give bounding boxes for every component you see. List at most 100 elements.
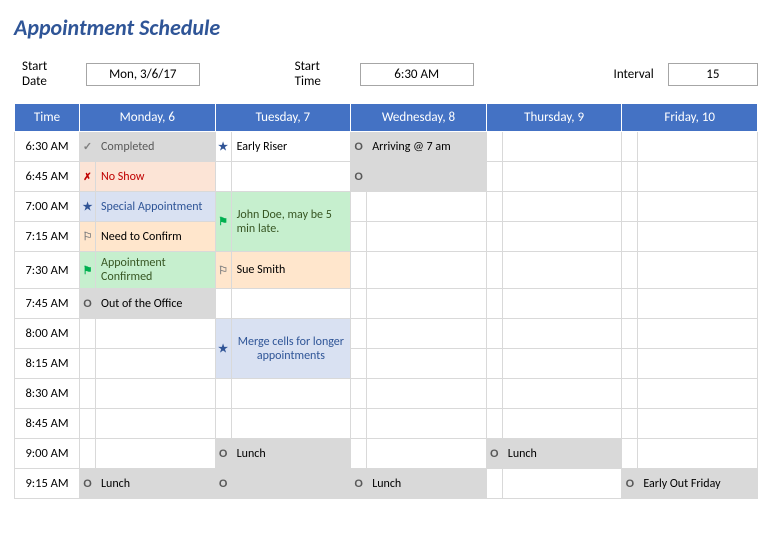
appt-cell[interactable] — [367, 379, 487, 409]
appt-cell[interactable] — [638, 192, 758, 222]
flag-icon: ⚐ — [215, 252, 231, 289]
start-date-input[interactable]: Mon, 3/6/17 — [86, 63, 200, 86]
appt-cell[interactable]: No Show — [96, 162, 216, 192]
time-cell: 9:00 AM — [15, 439, 80, 469]
appt-cell[interactable] — [96, 379, 216, 409]
appt-cell[interactable] — [638, 379, 758, 409]
appt-cell[interactable] — [502, 252, 622, 289]
appt-cell[interactable] — [502, 319, 622, 349]
appt-cell[interactable]: Lunch — [367, 469, 487, 499]
appt-cell[interactable] — [638, 222, 758, 252]
interval-label: Interval — [614, 67, 654, 82]
appt-cell[interactable] — [367, 162, 487, 192]
table-row: 8:00 AM ★ Merge cells for longer appoint… — [15, 319, 758, 349]
appt-cell[interactable] — [502, 379, 622, 409]
time-cell: 8:45 AM — [15, 409, 80, 439]
appt-cell[interactable]: Appointment Confirmed — [96, 252, 216, 289]
appt-cell[interactable] — [231, 162, 351, 192]
appt-cell[interactable] — [502, 222, 622, 252]
appt-cell[interactable] — [96, 409, 216, 439]
appt-cell[interactable] — [367, 439, 487, 469]
appt-cell[interactable] — [96, 319, 216, 349]
appt-cell[interactable] — [367, 349, 487, 379]
appt-cell[interactable]: Need to Confirm — [96, 222, 216, 252]
appt-cell[interactable] — [638, 319, 758, 349]
time-cell: 7:00 AM — [15, 192, 80, 222]
flag-icon: ⚑ — [80, 252, 96, 289]
appt-cell[interactable] — [502, 289, 622, 319]
circle-icon: O — [351, 162, 367, 192]
appt-cell[interactable] — [638, 162, 758, 192]
start-date-label: Start Date — [22, 59, 72, 89]
appt-cell[interactable] — [502, 162, 622, 192]
appt-cell[interactable] — [231, 409, 351, 439]
circle-icon: O — [215, 439, 231, 469]
appt-cell[interactable] — [638, 409, 758, 439]
appt-cell[interactable] — [367, 192, 487, 222]
appt-cell[interactable] — [367, 289, 487, 319]
appt-cell[interactable]: Arriving @ 7 am — [367, 132, 487, 162]
appt-cell[interactable]: Lunch — [96, 469, 216, 499]
appt-cell[interactable] — [231, 379, 351, 409]
interval-input[interactable]: 15 — [668, 63, 758, 86]
col-friday: Friday, 10 — [622, 104, 758, 132]
col-time: Time — [15, 104, 80, 132]
appt-cell[interactable] — [367, 252, 487, 289]
star-icon: ★ — [80, 192, 96, 222]
table-row: 6:30 AM ✓ Completed ★ Early Riser O Arri… — [15, 132, 758, 162]
appt-cell[interactable] — [367, 222, 487, 252]
appt-cell[interactable]: Merge cells for longer appointments — [231, 319, 351, 379]
appt-cell[interactable] — [638, 349, 758, 379]
start-time-label: Start Time — [295, 59, 346, 89]
appt-cell[interactable] — [502, 192, 622, 222]
flag-icon: ⚐ — [80, 222, 96, 252]
schedule-table: Time Monday, 6 Tuesday, 7 Wednesday, 8 T… — [14, 103, 758, 499]
time-cell: 9:15 AM — [15, 469, 80, 499]
appt-cell[interactable] — [638, 439, 758, 469]
appt-cell[interactable] — [502, 469, 622, 499]
time-cell: 6:45 AM — [15, 162, 80, 192]
flag-icon: ⚑ — [215, 192, 231, 252]
appt-cell[interactable] — [231, 469, 351, 499]
appt-cell[interactable] — [231, 289, 351, 319]
circle-icon: O — [486, 439, 502, 469]
circle-icon: O — [80, 289, 96, 319]
appt-cell[interactable] — [638, 289, 758, 319]
appt-cell[interactable]: Completed — [96, 132, 216, 162]
appt-cell[interactable] — [96, 349, 216, 379]
appt-cell[interactable]: Lunch — [502, 439, 622, 469]
appt-cell[interactable]: Lunch — [231, 439, 351, 469]
table-row: 8:45 AM — [15, 409, 758, 439]
page-title: Appointment Schedule — [14, 14, 758, 41]
col-wednesday: Wednesday, 8 — [351, 104, 487, 132]
appt-cell[interactable] — [502, 349, 622, 379]
x-icon: ✗ — [80, 162, 96, 192]
appt-cell[interactable]: Early Out Friday — [638, 469, 758, 499]
circle-icon: O — [80, 469, 96, 499]
circle-icon: O — [215, 469, 231, 499]
time-cell: 7:30 AM — [15, 252, 80, 289]
appt-cell[interactable] — [638, 252, 758, 289]
table-row: 7:30 AM ⚑ Appointment Confirmed ⚐ Sue Sm… — [15, 252, 758, 289]
table-row: 9:15 AM O Lunch O O Lunch O Early Out Fr… — [15, 469, 758, 499]
table-row: 9:00 AM O Lunch O Lunch — [15, 439, 758, 469]
appt-cell[interactable] — [502, 409, 622, 439]
start-time-input[interactable]: 6:30 AM — [360, 63, 474, 86]
circle-icon: O — [351, 469, 367, 499]
appt-cell[interactable]: John Doe, may be 5 min late. — [231, 192, 351, 252]
appt-cell[interactable]: Early Riser — [231, 132, 351, 162]
appt-cell[interactable]: Out of the Office — [96, 289, 216, 319]
appt-cell[interactable] — [502, 132, 622, 162]
controls-row: Start Date Mon, 3/6/17 Start Time 6:30 A… — [14, 59, 758, 89]
appt-cell[interactable] — [367, 319, 487, 349]
time-cell: 6:30 AM — [15, 132, 80, 162]
time-cell: 8:15 AM — [15, 349, 80, 379]
appt-cell[interactable] — [638, 132, 758, 162]
time-cell: 7:15 AM — [15, 222, 80, 252]
appt-cell[interactable] — [367, 409, 487, 439]
appt-cell[interactable]: Special Appointment — [96, 192, 216, 222]
table-row: 8:15 AM — [15, 349, 758, 379]
appt-cell[interactable] — [96, 439, 216, 469]
table-row: 7:45 AM O Out of the Office — [15, 289, 758, 319]
appt-cell[interactable]: Sue Smith — [231, 252, 351, 289]
